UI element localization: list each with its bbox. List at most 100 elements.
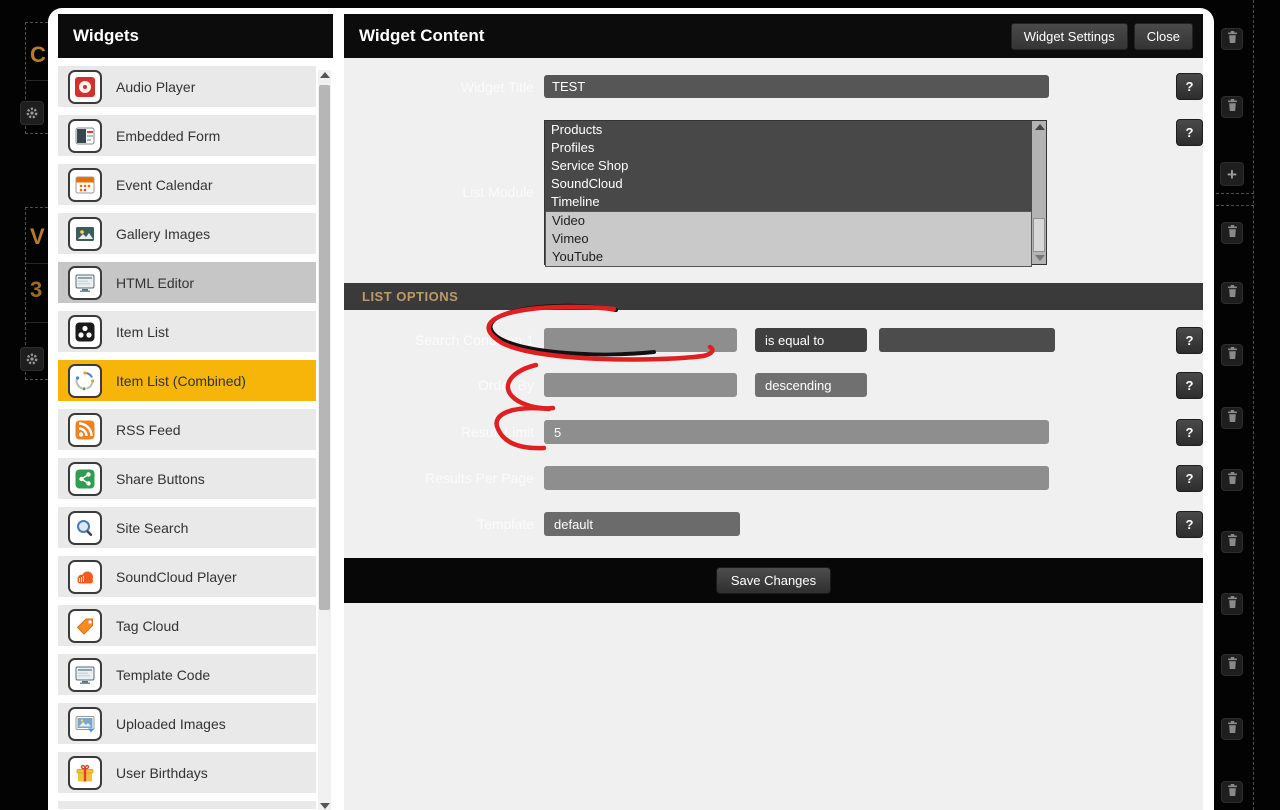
widget-settings-button[interactable]: Widget Settings <box>1010 22 1128 50</box>
trash-icon <box>1226 224 1239 243</box>
trash-icon <box>1226 346 1239 365</box>
bg-widget-count: 3 <box>30 277 43 302</box>
item-list-combined-icon <box>68 363 102 398</box>
html-editor-icon <box>68 265 102 300</box>
gear-button[interactable] <box>20 101 44 125</box>
listbox-option-youtube[interactable]: YouTube <box>546 248 1031 266</box>
search-field-select[interactable] <box>544 328 737 352</box>
help-button[interactable]: ? <box>1176 327 1203 354</box>
dashed-guide <box>1216 205 1254 206</box>
listbox-option-soundcloud[interactable]: SoundCloud <box>545 175 1046 193</box>
listbox-option-video[interactable]: Video <box>546 212 1031 230</box>
sidebar-item-item-list-combined[interactable]: Item List (Combined) <box>58 360 316 401</box>
trash-button[interactable] <box>1221 593 1243 615</box>
sidebar-item-partial[interactable] <box>58 801 316 809</box>
sidebar-item-soundcloud-player[interactable]: SoundCloud Player <box>58 556 316 597</box>
scroll-up-icon[interactable] <box>319 72 330 78</box>
sidebar-item-user-birthdays[interactable]: User Birthdays <box>58 752 316 793</box>
add-widget-button[interactable]: + <box>1220 162 1244 186</box>
sidebar-title: Widgets <box>73 26 139 45</box>
scroll-up-icon[interactable] <box>1034 124 1045 130</box>
help-button[interactable]: ? <box>1176 73 1203 100</box>
scroll-down-icon[interactable] <box>1034 255 1045 261</box>
sidebar-item-tag-cloud[interactable]: Tag Cloud <box>58 605 316 646</box>
sidebar-item-label: HTML Editor <box>116 274 195 291</box>
trash-icon <box>1226 533 1239 552</box>
search-operator-select[interactable]: is equal to <box>755 328 867 352</box>
scroll-down-icon[interactable] <box>319 803 330 809</box>
sidebar-item-html-editor[interactable]: HTML Editor <box>58 262 316 303</box>
help-button[interactable]: ? <box>1176 119 1203 146</box>
sidebar-item-template-code[interactable]: Template Code <box>58 654 316 695</box>
sidebar-item-item-list[interactable]: Item List <box>58 311 316 352</box>
order-direction-select[interactable]: descending <box>755 373 867 397</box>
item-list-icon <box>68 314 102 349</box>
sidebar-item-label: Share Buttons <box>116 470 205 487</box>
dashed-guide <box>1216 193 1254 194</box>
trash-button[interactable] <box>1221 531 1243 553</box>
help-button[interactable]: ? <box>1176 465 1203 492</box>
sidebar-item-event-calendar[interactable]: Event Calendar <box>58 164 316 205</box>
sidebar-item-share-buttons[interactable]: Share Buttons <box>58 458 316 499</box>
listbox-option-timeline[interactable]: Timeline <box>545 193 1046 211</box>
help-button[interactable]: ? <box>1176 511 1203 538</box>
trash-button[interactable] <box>1221 222 1243 244</box>
sidebar-item-label: Event Calendar <box>116 176 213 193</box>
sidebar-item-site-search[interactable]: Site Search <box>58 507 316 548</box>
trash-button[interactable] <box>1221 282 1243 304</box>
listbox-option-vimeo[interactable]: Vimeo <box>546 230 1031 248</box>
sidebar-item-label: Embedded Form <box>116 127 221 144</box>
save-changes-button[interactable]: Save Changes <box>715 567 832 594</box>
trash-icon <box>1226 409 1239 428</box>
trash-button[interactable] <box>1221 654 1243 676</box>
trash-icon <box>1226 595 1239 614</box>
trash-button[interactable] <box>1221 407 1243 429</box>
trash-icon <box>1226 98 1239 117</box>
scrollbar-thumb[interactable] <box>1033 218 1045 252</box>
trash-button[interactable] <box>1221 469 1243 491</box>
tag-cloud-icon <box>68 608 102 643</box>
listbox-scrollbar[interactable] <box>1032 121 1046 264</box>
listbox-option-profiles[interactable]: Profiles <box>545 139 1046 157</box>
help-button[interactable]: ? <box>1176 372 1203 399</box>
trash-icon <box>1226 284 1239 303</box>
sidebar-item-audio-player[interactable]: Audio Player <box>58 66 316 107</box>
main-header: Widget Content Widget Settings Close <box>344 14 1203 58</box>
sidebar-item-rss-feed[interactable]: RSS Feed <box>58 409 316 450</box>
sidebar-item-label: User Birthdays <box>116 764 208 781</box>
listbox-option-service-shop[interactable]: Service Shop <box>545 157 1046 175</box>
order-field-select[interactable] <box>544 373 737 397</box>
close-button[interactable]: Close <box>1133 22 1193 50</box>
order-by-label: Order By <box>477 377 534 393</box>
list-module-listbox[interactable]: Products Profiles Service Shop SoundCloud Ti… <box>544 120 1047 267</box>
widget-title-label: Widget Title <box>460 79 534 95</box>
result-limit-select[interactable]: 5 <box>544 420 1049 444</box>
trash-button[interactable] <box>1221 96 1243 118</box>
trash-button[interactable] <box>1221 781 1243 803</box>
sidebar-item-gallery-images[interactable]: Gallery Images <box>58 213 316 254</box>
sidebar-item-uploaded-images[interactable]: Uploaded Images <box>58 703 316 744</box>
sidebar-item-embedded-form[interactable]: Embedded Form <box>58 115 316 156</box>
trash-button[interactable] <box>1221 718 1243 740</box>
listbox-option-products[interactable]: Products <box>545 121 1046 139</box>
trash-button[interactable] <box>1221 28 1243 50</box>
widget-content-panel: Widget Content Widget Settings Close Wid… <box>344 14 1203 810</box>
widget-title-input[interactable]: TEST <box>544 75 1049 98</box>
widgets-sidebar: Widgets Audio Player Embedded Form Event C… <box>58 14 333 810</box>
gear-button[interactable] <box>20 347 44 371</box>
sidebar-scrollbar[interactable] <box>318 70 331 810</box>
sidebar-item-label: Item List (Combined) <box>116 372 246 389</box>
sidebar-item-label: RSS Feed <box>116 421 181 438</box>
search-condition-label: Search Condition 1 <box>414 332 534 348</box>
trash-button[interactable] <box>1221 344 1243 366</box>
template-select[interactable]: default <box>544 512 740 536</box>
sidebar-item-label: Gallery Images <box>116 225 211 242</box>
help-button[interactable]: ? <box>1176 419 1203 446</box>
save-bar: Save Changes <box>344 558 1203 603</box>
trash-icon <box>1226 720 1239 739</box>
embedded-form-icon <box>68 118 102 153</box>
scrollbar-thumb[interactable] <box>319 85 330 610</box>
results-per-page-select[interactable] <box>544 466 1049 490</box>
search-value-input[interactable] <box>879 328 1055 352</box>
template-code-icon <box>68 657 102 692</box>
